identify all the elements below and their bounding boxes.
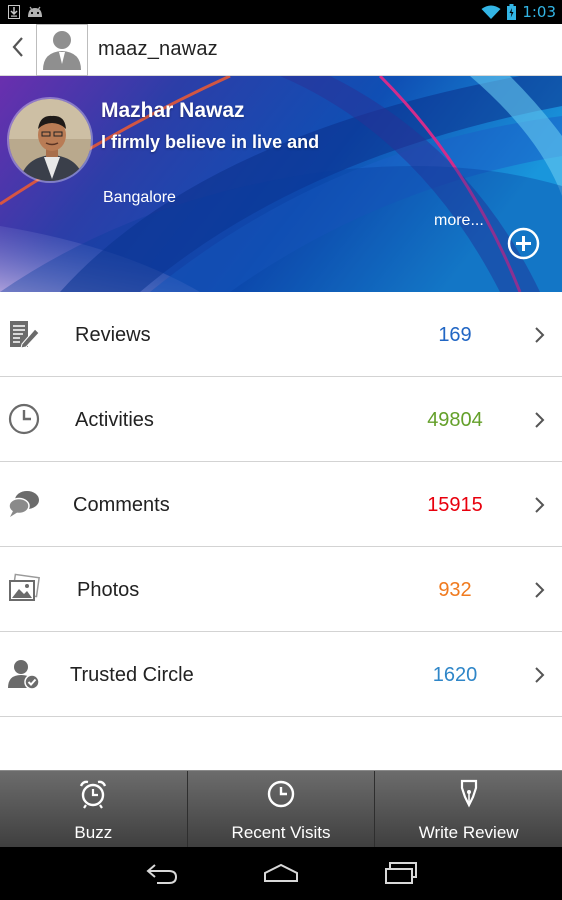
tab-label-recent-visits: Recent Visits [231, 823, 331, 842]
back-arrow-icon[interactable] [145, 861, 179, 890]
alarm-clock-icon [78, 771, 108, 814]
add-button[interactable] [507, 227, 540, 260]
chevron-left-icon [11, 36, 25, 63]
chevron-right-icon [532, 666, 546, 684]
tab-label-write-review: Write Review [418, 823, 519, 842]
home-icon[interactable] [263, 861, 299, 890]
stat-row-reviews[interactable]: Reviews 169 [0, 292, 562, 377]
stat-row-comments[interactable]: Comments 15915 [0, 462, 562, 547]
clock-icon [266, 771, 296, 814]
battery-icon [507, 4, 517, 20]
download-icon [8, 5, 20, 19]
photos-icon [8, 573, 40, 605]
status-right-icons: 1:03 [481, 3, 556, 21]
chevron-right-icon [532, 411, 546, 429]
system-nav-bar [0, 847, 562, 900]
recent-apps-icon[interactable] [384, 861, 418, 890]
action-bar: maaz_nawaz [0, 23, 562, 76]
stat-label-comments: Comments [73, 494, 170, 516]
clock-icon [8, 403, 40, 435]
profile-banner: Mazhar Nawaz I firmly believe in live an… [0, 76, 562, 292]
username-title: maaz_nawaz [98, 38, 218, 60]
profile-name: Mazhar Nawaz [101, 99, 245, 122]
chevron-right-icon [532, 326, 546, 344]
pen-nib-icon [454, 771, 484, 814]
profile-photo[interactable] [7, 97, 93, 183]
review-document-icon [8, 318, 40, 350]
person-silhouette-icon [39, 26, 85, 75]
stat-row-activities[interactable]: Activities 49804 [0, 377, 562, 462]
stat-label-trusted-circle: Trusted Circle [70, 664, 194, 686]
stat-label-photos: Photos [77, 579, 140, 601]
stats-list: Reviews 169 Activities 49804 Comments 15… [0, 292, 562, 717]
profile-bio: I firmly believe in live and [101, 132, 320, 152]
bottom-tab-bar: Buzz Recent Visits Write Review [0, 770, 562, 847]
tab-write-review[interactable]: Write Review [374, 771, 562, 847]
stat-count-activities: 49804 [427, 409, 483, 431]
stat-label-activities: Activities [75, 409, 154, 431]
back-button[interactable] [0, 24, 36, 76]
plus-circle-icon [507, 227, 540, 264]
stat-count-photos: 932 [438, 579, 472, 601]
stat-count-comments: 15915 [427, 494, 483, 516]
chevron-right-icon [532, 581, 546, 599]
clock-time: 1:03 [522, 3, 556, 21]
stat-count-reviews: 169 [438, 324, 472, 346]
stat-count-trusted-circle: 1620 [432, 664, 478, 686]
tab-recent-visits[interactable]: Recent Visits [186, 771, 375, 847]
tab-buzz[interactable]: Buzz [0, 771, 187, 847]
stat-row-trusted-circle[interactable]: Trusted Circle 1620 [0, 632, 562, 717]
banner-background [0, 76, 562, 292]
user-check-icon [8, 658, 40, 690]
chevron-right-icon [532, 496, 546, 514]
android-icon [26, 6, 44, 18]
profile-location: Bangalore [103, 189, 176, 206]
more-link[interactable]: more... [434, 212, 484, 230]
tab-label-buzz: Buzz [74, 823, 113, 842]
avatar[interactable] [36, 23, 88, 76]
chat-bubbles-icon [8, 488, 40, 520]
stat-row-photos[interactable]: Photos 932 [0, 547, 562, 632]
wifi-icon [481, 5, 501, 20]
status-bar: 1:03 [0, 0, 562, 24]
stat-label-reviews: Reviews [75, 324, 151, 346]
status-left-icons [8, 5, 44, 19]
